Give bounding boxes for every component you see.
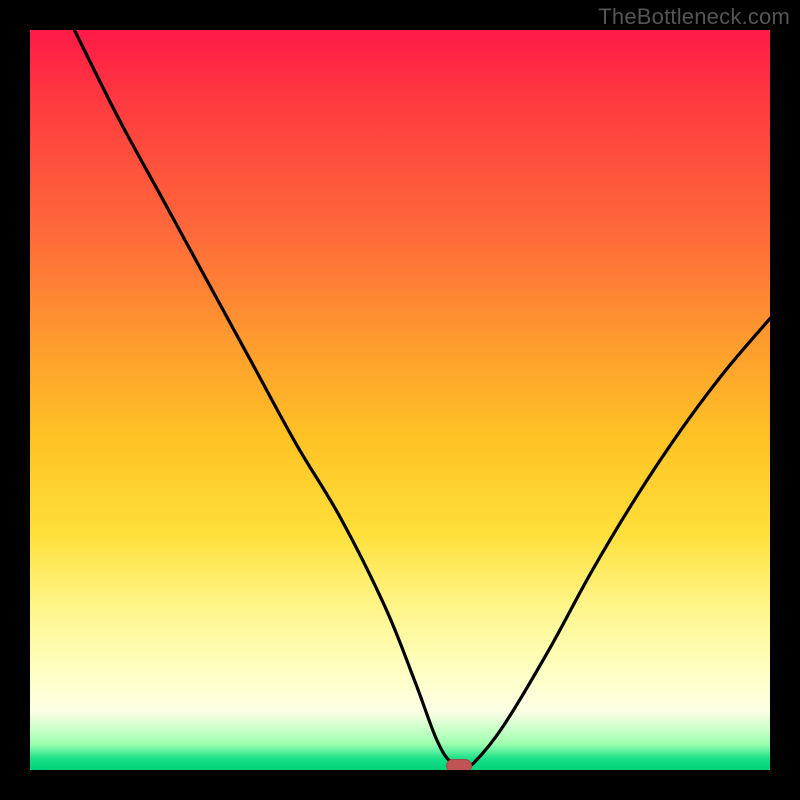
watermark-text: TheBottleneck.com <box>598 4 790 30</box>
chart-frame: TheBottleneck.com <box>0 0 800 800</box>
plot-area <box>30 30 770 770</box>
heatmap-gradient <box>30 30 770 770</box>
optimum-marker <box>446 759 472 770</box>
